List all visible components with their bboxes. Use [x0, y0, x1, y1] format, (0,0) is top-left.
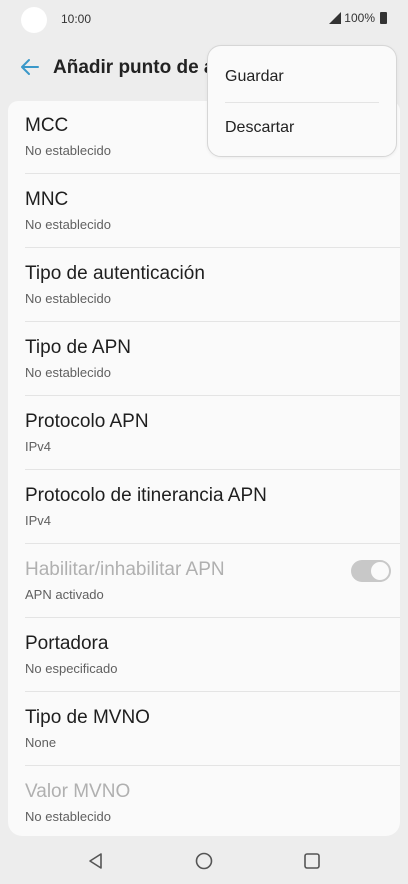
divider: [25, 321, 400, 322]
setting-title: Tipo de APN: [25, 337, 131, 358]
overflow-menu: Guardar Descartar: [207, 45, 397, 157]
setting-summary: No establecido: [25, 365, 111, 380]
setting-title: Protocolo APN: [25, 411, 149, 432]
setting-mvno-type[interactable]: Tipo de MVNO None: [25, 707, 394, 781]
signal-icon: [329, 12, 342, 24]
navigation-bar: [0, 838, 408, 884]
setting-summary: No establecido: [25, 217, 111, 232]
divider: [25, 691, 400, 692]
setting-summary: APN activado: [25, 587, 104, 602]
setting-title: Tipo de MVNO: [25, 707, 150, 728]
setting-summary: None: [25, 735, 57, 750]
apn-enable-toggle: [351, 560, 391, 582]
status-indicators: 100%: [329, 11, 387, 25]
page-title: Añadir punto de a: [53, 57, 215, 78]
setting-apn-type[interactable]: Tipo de APN No establecido: [25, 337, 394, 411]
setting-title: Tipo de autenticación: [25, 263, 205, 284]
back-arrow-icon[interactable]: [18, 55, 42, 79]
setting-title: Valor MVNO: [25, 781, 131, 802]
nav-recents-icon[interactable]: [301, 850, 323, 872]
battery-icon: [380, 12, 387, 24]
setting-mnc[interactable]: MNC No establecido: [25, 189, 394, 263]
setting-title: MCC: [25, 115, 69, 136]
status-time: 10:00: [61, 12, 92, 26]
setting-summary: No especificado: [25, 661, 118, 676]
status-bar: 10:00 100%: [0, 0, 408, 40]
status-notification-dot: [21, 7, 47, 33]
setting-apn-enable: Habilitar/inhabilitar APN APN activado: [25, 559, 394, 633]
menu-item-discard[interactable]: Descartar: [225, 119, 294, 137]
settings-list: MCC No establecido MNC No establecido Ti…: [8, 101, 400, 836]
nav-home-icon[interactable]: [193, 850, 215, 872]
menu-item-save[interactable]: Guardar: [225, 68, 284, 86]
divider: [25, 617, 400, 618]
setting-title: Portadora: [25, 633, 109, 654]
divider: [25, 395, 400, 396]
battery-percent: 100%: [344, 11, 375, 25]
setting-summary: No establecido: [25, 143, 111, 158]
setting-title: Habilitar/inhabilitar APN: [25, 559, 225, 580]
setting-summary: IPv4: [25, 439, 52, 454]
divider: [25, 543, 400, 544]
setting-summary: No establecido: [25, 291, 111, 306]
setting-apn-roaming-protocol[interactable]: Protocolo de itinerancia APN IPv4: [25, 485, 394, 559]
setting-apn-protocol[interactable]: Protocolo APN IPv4: [25, 411, 394, 485]
divider: [25, 765, 400, 766]
divider: [25, 173, 400, 174]
setting-auth-type[interactable]: Tipo de autenticación No establecido: [25, 263, 394, 337]
divider: [25, 469, 400, 470]
setting-title: MNC: [25, 189, 69, 210]
setting-mvno-value: Valor MVNO No establecido: [25, 781, 394, 836]
setting-bearer[interactable]: Portadora No especificado: [25, 633, 394, 707]
setting-summary: No establecido: [25, 809, 111, 824]
nav-back-icon[interactable]: [85, 850, 107, 872]
setting-summary: IPv4: [25, 513, 52, 528]
toggle-knob: [370, 561, 390, 581]
menu-divider: [225, 102, 379, 103]
setting-title: Protocolo de itinerancia APN: [25, 485, 267, 506]
divider: [25, 247, 400, 248]
